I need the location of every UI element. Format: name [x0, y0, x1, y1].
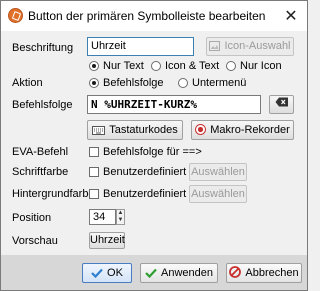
eva-befehl-checkbox[interactable]: Befehlsfolge für ==>: [89, 146, 202, 158]
abbrechen-button[interactable]: Abbrechen: [226, 263, 302, 283]
eva-befehl-checkbox-label: Befehlsfolge für ==>: [103, 146, 202, 158]
schriftfarbe-checkbox[interactable]: Benutzerdefiniert: [89, 166, 186, 178]
title-bar: Button der primären Symbolleiste bearbei…: [1, 1, 307, 31]
aktion-label: Aktion: [12, 77, 43, 89]
radio-nur-text-label: Nur Text: [103, 60, 144, 72]
ok-label: OK: [107, 267, 123, 279]
radio-befehlsfolge-dot: [89, 78, 99, 88]
radio-nur-text-dot: [89, 61, 99, 71]
hintergrundfarbe-auswaehlen-button[interactable]: Auswählen: [189, 185, 247, 203]
ok-button[interactable]: OK: [82, 263, 132, 283]
abbrechen-label: Abbrechen: [245, 267, 299, 279]
cancel-icon: [229, 266, 242, 284]
radio-nur-icon-label: Nur Icon: [240, 60, 282, 72]
befehlsfolge-label: Befehlsfolge: [12, 99, 73, 111]
radio-nur-icon-dot: [226, 61, 236, 71]
button-bar: OK Anwenden Abbrechen: [1, 255, 307, 290]
position-label: Position: [12, 212, 52, 224]
radio-untermenue-label: Untermenü: [192, 77, 247, 89]
beschriftung-input[interactable]: Uhrzeit: [87, 37, 194, 56]
makro-rekorder-label: Makro-Rekorder: [210, 124, 290, 136]
app-icon: [8, 8, 23, 23]
befehlsfolge-input[interactable]: N %UHRZEIT-KURZ%: [87, 95, 261, 114]
window-title: Button der primären Symbolleiste bearbei…: [28, 9, 266, 23]
radio-nur-icon[interactable]: Nur Icon: [226, 60, 282, 72]
radio-nur-text[interactable]: Nur Text: [89, 60, 144, 72]
eva-befehl-label: EVA-Befehl: [12, 146, 69, 158]
radio-icon-text-label: Icon & Text: [165, 60, 220, 72]
backspace-icon: [275, 97, 289, 110]
record-icon: [195, 123, 207, 141]
radio-icon-text-dot: [151, 61, 161, 71]
makro-rekorder-button[interactable]: Makro-Rekorder: [191, 120, 294, 140]
schriftfarbe-checkbox-box: [89, 167, 99, 177]
position-input[interactable]: 34: [89, 209, 116, 225]
radio-befehlsfolge-label: Befehlsfolge: [103, 77, 164, 89]
radio-untermenue-dot: [178, 78, 188, 88]
keyboard-icon: [92, 123, 106, 141]
apply-checkmark-icon: [145, 266, 157, 284]
icon-auswahl-label: Icon-Auswahl: [224, 40, 291, 52]
beschriftung-label: Beschriftung: [12, 42, 74, 54]
eva-befehl-checkbox-box: [89, 147, 99, 157]
radio-befehlsfolge[interactable]: Befehlsfolge: [89, 77, 164, 89]
schriftfarbe-label: Schriftfarbe: [12, 166, 69, 178]
dialog-window: Button der primären Symbolleiste bearbei…: [0, 0, 308, 291]
position-stepper[interactable]: ▲ ▼: [116, 209, 125, 225]
schriftfarbe-auswaehlen-button[interactable]: Auswählen: [189, 163, 247, 181]
radio-icon-text[interactable]: Icon & Text: [151, 60, 219, 72]
tastaturkodes-label: Tastaturkodes: [109, 124, 178, 136]
radio-untermenue[interactable]: Untermenü: [178, 77, 246, 89]
schriftfarbe-checkbox-label: Benutzerdefiniert: [103, 166, 187, 178]
anwenden-button[interactable]: Anwenden: [140, 263, 218, 283]
anwenden-label: Anwenden: [161, 267, 213, 279]
vorschau-preview-button[interactable]: Uhrzeit: [89, 232, 125, 249]
clear-input-button[interactable]: [269, 95, 294, 114]
hintergrundfarbe-checkbox-label: Benutzerdefiniert: [103, 188, 187, 200]
close-icon[interactable]: ✕: [281, 6, 301, 26]
tastaturkodes-button[interactable]: Tastaturkodes: [87, 120, 183, 140]
stepper-up-icon[interactable]: ▲: [117, 210, 124, 217]
icon-auswahl-button[interactable]: Icon-Auswahl: [206, 37, 294, 56]
hintergrundfarbe-checkbox-box: [89, 189, 99, 199]
hintergrundfarbe-checkbox[interactable]: Benutzerdefiniert: [89, 188, 186, 200]
image-icon: [209, 40, 221, 57]
hintergrundfarbe-label: Hintergrundfarbe: [12, 188, 95, 200]
checkmark-icon: [91, 266, 103, 284]
vorschau-label: Vorschau: [12, 235, 58, 247]
stepper-down-icon[interactable]: ▼: [117, 217, 124, 224]
